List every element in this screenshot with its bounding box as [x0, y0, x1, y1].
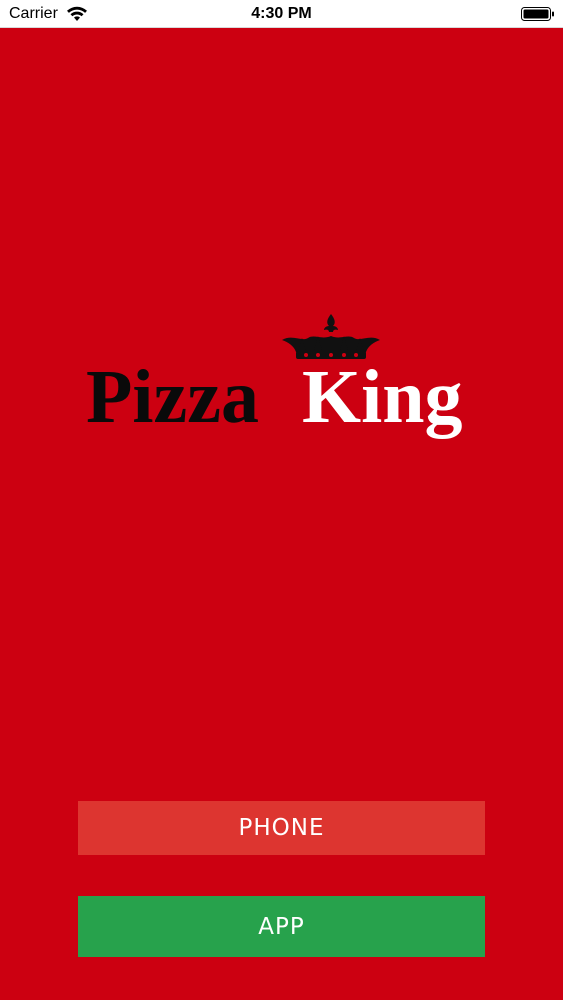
app-button[interactable]: APP	[78, 896, 485, 957]
pizza-king-logo: Pizza King	[82, 312, 484, 442]
phone-button[interactable]: PHONE	[78, 801, 485, 855]
status-bar: Carrier 4:30 PM	[0, 0, 563, 28]
battery-icon	[521, 7, 554, 21]
logo-word-pizza: Pizza	[86, 355, 260, 439]
status-time: 4:30 PM	[251, 5, 312, 22]
logo-word-king: King	[302, 355, 463, 439]
